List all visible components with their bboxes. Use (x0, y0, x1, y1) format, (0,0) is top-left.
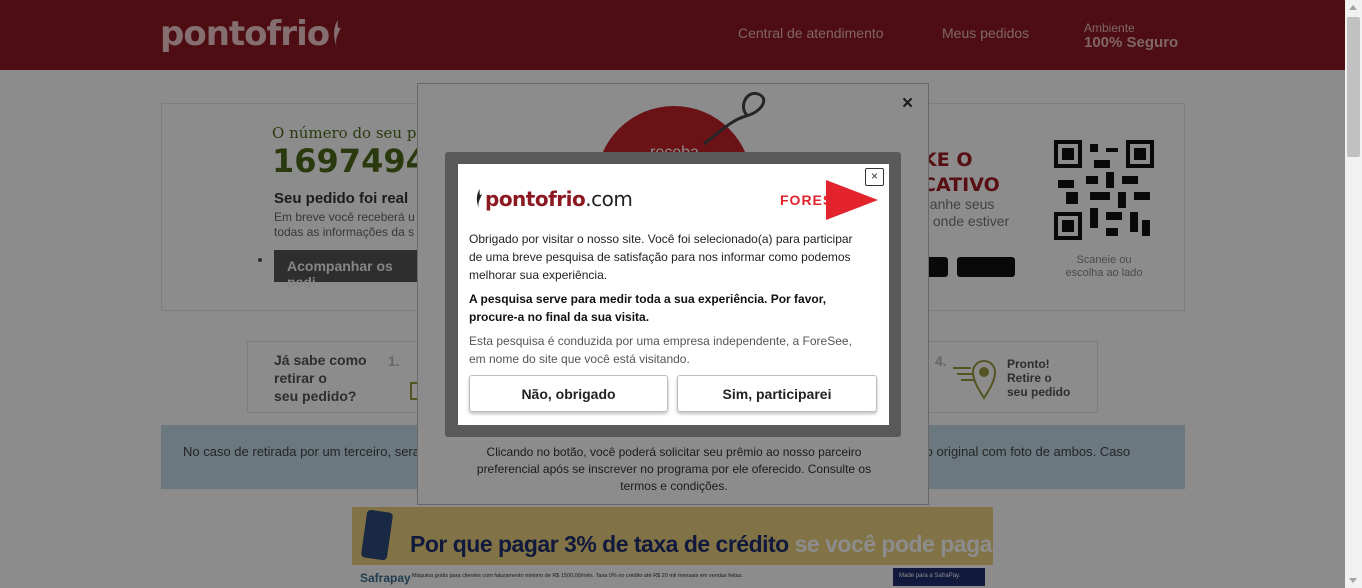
scroll-thumb[interactable] (1347, 17, 1360, 157)
survey-logo-brand: pontofrio (485, 187, 586, 211)
survey-site-logo: pontofrio .com (475, 187, 633, 211)
foresee-wordmark: FORESEE (780, 192, 854, 208)
survey-dialog: pontofrio .com FORESEE × Obrigado por vis… (458, 164, 889, 425)
survey-purpose-text: A pesquisa serve para medir toda a sua e… (469, 292, 827, 324)
vertical-scrollbar[interactable] (1345, 0, 1362, 588)
scroll-up-arrow-icon[interactable] (1349, 5, 1357, 10)
survey-disclaimer-text: Esta pesquisa é conduzida por uma empres… (469, 334, 852, 366)
decline-survey-button[interactable]: Não, obrigado (469, 375, 668, 412)
foresee-logo-icon: FORESEE (780, 180, 878, 220)
accept-survey-button[interactable]: Sim, participarei (677, 375, 877, 412)
penguin-logo-icon (476, 189, 482, 209)
scroll-down-arrow-icon[interactable] (1349, 578, 1357, 583)
survey-close-button[interactable]: × (865, 168, 884, 186)
survey-intro-text: Obrigado por visitar o nosso site. Você … (469, 232, 853, 282)
survey-logo-domain: .com (585, 187, 633, 211)
